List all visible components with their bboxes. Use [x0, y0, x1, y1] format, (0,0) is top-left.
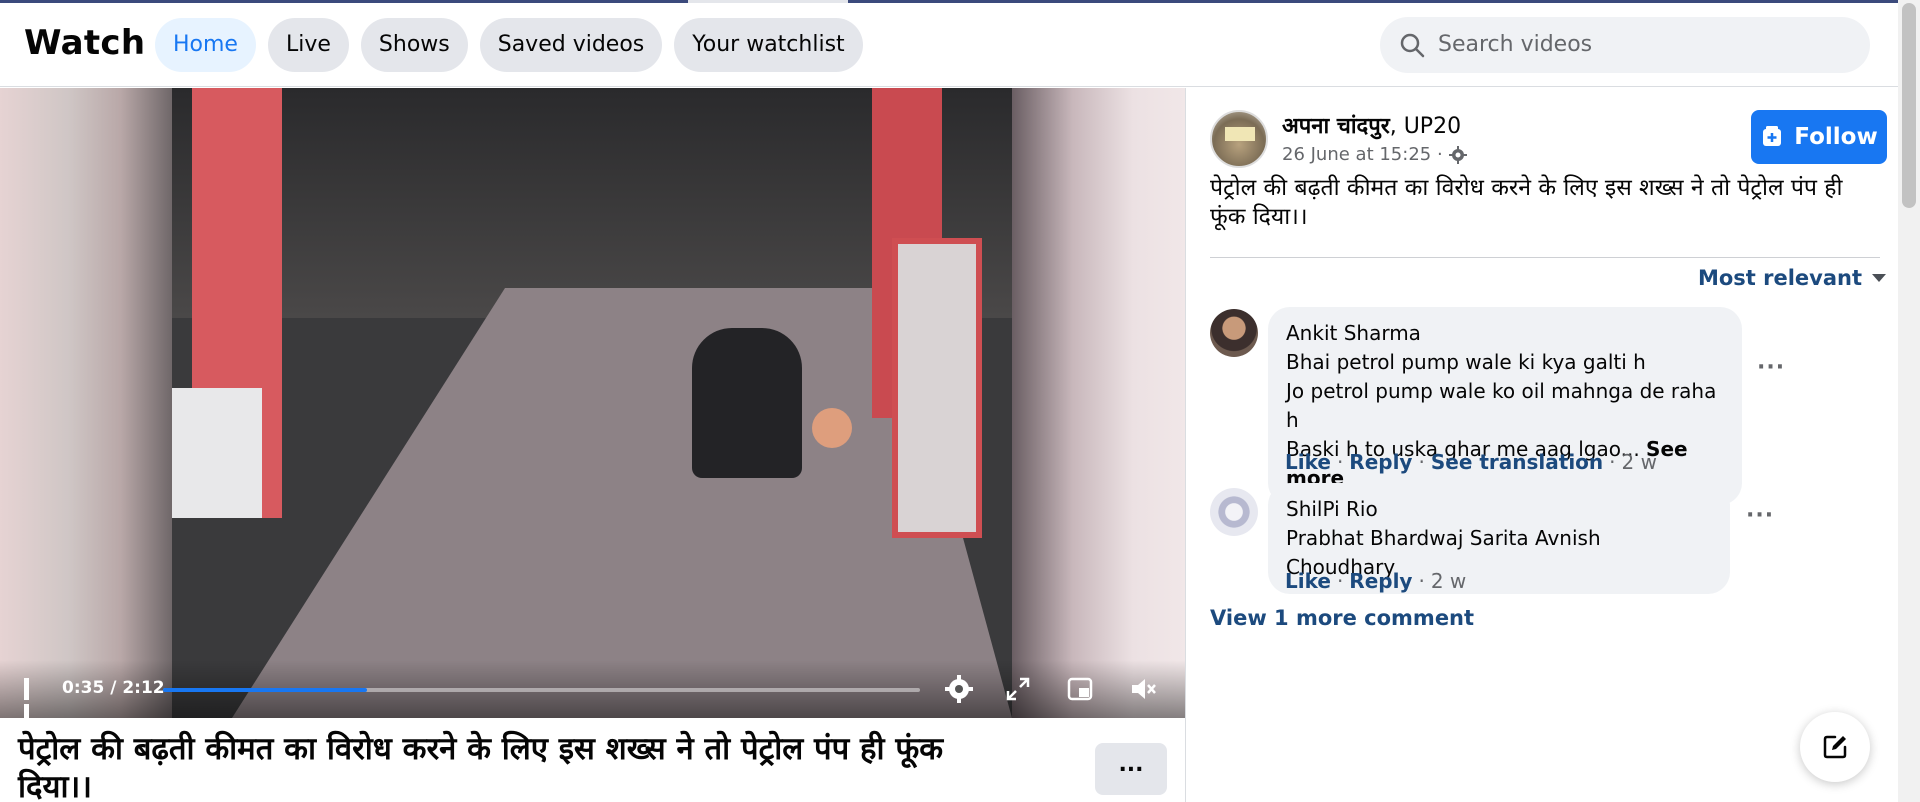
like-link[interactable]: Like	[1285, 450, 1331, 474]
picture-in-picture-icon[interactable]	[1065, 674, 1095, 704]
search-input[interactable]: Search videos	[1380, 17, 1870, 73]
scooter-rider	[692, 328, 802, 478]
avatar[interactable]	[1210, 309, 1258, 357]
compose-icon	[1823, 735, 1847, 759]
tab-live[interactable]: Live	[267, 18, 349, 72]
reply-link[interactable]: Reply	[1349, 450, 1412, 474]
video-frame	[172, 88, 1012, 718]
fullscreen-icon[interactable]	[1003, 674, 1033, 704]
watch-tabs: Home Live Shows Saved videos Your watchl…	[155, 18, 863, 72]
post-text: पेट्रोल की बढ़ती कीमत का विरोध करने के ल…	[1210, 175, 1843, 230]
comment-author[interactable]: ShilPi Rio	[1286, 495, 1712, 524]
video-controls: 0:35 / 2:12	[0, 660, 1185, 718]
tab-saved-videos[interactable]: Saved videos	[479, 18, 663, 72]
follow-page-icon	[1763, 126, 1782, 146]
comment-age[interactable]: 2 w	[1431, 569, 1466, 593]
new-message-button[interactable]	[1800, 712, 1870, 782]
tab-home[interactable]: Home	[155, 18, 256, 72]
comment-line: Jo petrol pump wale ko oil mahnga de rah…	[1286, 379, 1717, 432]
pause-button[interactable]	[24, 678, 42, 718]
pause-icon	[24, 678, 29, 700]
follow-button[interactable]: Follow	[1751, 110, 1887, 164]
audience-gear-icon	[1448, 145, 1467, 164]
post-panel: अपना चांदपुर, UP20 26 June at 15:25 · Fo…	[1185, 88, 1898, 802]
post-meta: 26 June at 15:25 ·	[1282, 144, 1467, 165]
comment-actions: Like · Reply · See translation · 2 w	[1285, 450, 1657, 474]
page-scrollbar[interactable]	[1898, 0, 1920, 802]
comment-line: Bhai petrol pump wale ki kya galti h	[1286, 350, 1646, 374]
video-title: पेट्रोल की बढ़ती कीमत का विरोध करने के ल…	[18, 731, 944, 802]
watch-header: Watch Home Live Shows Saved videos Your …	[0, 3, 1898, 87]
video-blur-left	[0, 88, 172, 718]
settings-icon[interactable]	[944, 674, 974, 704]
comment-options-button[interactable]: ···	[1757, 355, 1785, 380]
fuel-pump	[892, 238, 982, 538]
post-date[interactable]: 26 June at 15:25 ·	[1282, 144, 1443, 165]
comment-actions: Like · Reply · 2 w	[1285, 569, 1467, 593]
see-translation-link[interactable]: See translation	[1431, 450, 1603, 474]
video-time: 0:35 / 2:12	[62, 678, 165, 698]
comment-bubble: Ankit Sharma Bhai petrol pump wale ki ky…	[1268, 307, 1742, 505]
tab-your-watchlist[interactable]: Your watchlist	[674, 18, 863, 72]
search-icon	[1400, 33, 1425, 58]
progress-bar[interactable]	[163, 688, 920, 692]
like-link[interactable]: Like	[1285, 569, 1331, 593]
chevron-down-icon	[1872, 274, 1886, 282]
view-more-comments-link[interactable]: View 1 more comment	[1210, 606, 1474, 630]
video-player[interactable]: 0:35 / 2:12	[0, 88, 1185, 718]
avatar[interactable]	[1210, 488, 1258, 536]
video-blur-right	[1012, 88, 1185, 718]
tab-shows[interactable]: Shows	[360, 18, 468, 72]
progress-fill	[163, 688, 368, 692]
page-name[interactable]: अपना चांदपुर, UP20	[1282, 110, 1461, 140]
search-placeholder: Search videos	[1438, 32, 1593, 57]
mute-icon[interactable]	[1128, 674, 1158, 704]
comment-options-button[interactable]: ···	[1746, 503, 1774, 528]
divider	[1210, 257, 1880, 258]
scrollbar-thumb[interactable]	[1902, 3, 1916, 208]
page-title: Watch	[24, 23, 146, 63]
reply-link[interactable]: Reply	[1349, 569, 1412, 593]
comment-sort-dropdown[interactable]: Most relevant	[1698, 266, 1886, 290]
comment-author[interactable]: Ankit Sharma	[1286, 319, 1724, 348]
comment-age[interactable]: 2 w	[1622, 450, 1657, 474]
more-options-button[interactable]: ...	[1095, 743, 1167, 795]
page-avatar[interactable]	[1210, 110, 1268, 168]
